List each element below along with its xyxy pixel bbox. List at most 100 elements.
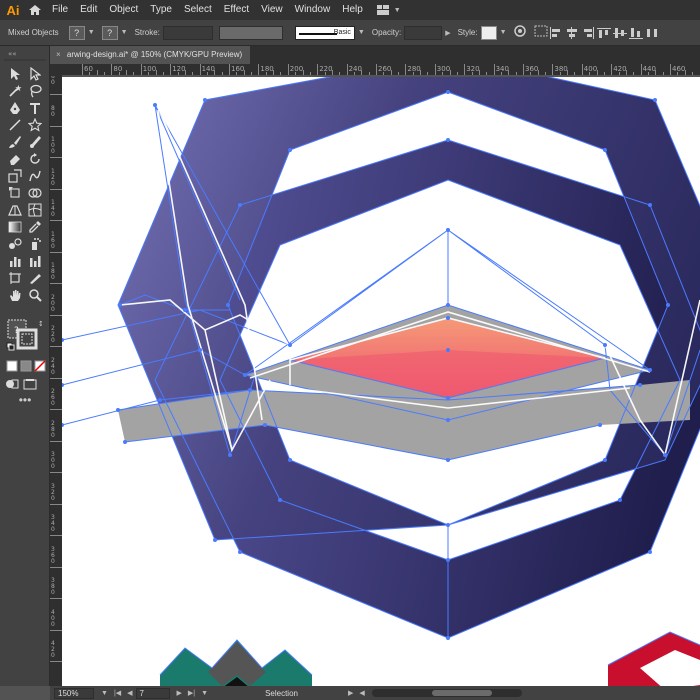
chevron-down-icon[interactable]: ▼ [358, 29, 365, 36]
ruler-tick [567, 70, 569, 75]
ruler-label: 300 [51, 451, 55, 470]
last-artboard-icon[interactable]: ▶| [188, 689, 195, 697]
tools-panel: «« ? ↕ ••• [0, 46, 50, 686]
artboard-canvas[interactable] [62, 77, 700, 686]
brush-icon[interactable] [7, 134, 23, 150]
fill-stroke-icon[interactable]: ? ↕ [6, 318, 44, 352]
none-mode-icon[interactable] [32, 358, 48, 374]
warp-icon[interactable] [27, 168, 43, 184]
bottom-teal-shape[interactable] [159, 639, 313, 686]
home-icon[interactable] [24, 1, 46, 19]
opacity-input[interactable] [404, 25, 443, 40]
align-to-icon[interactable] [534, 25, 548, 40]
magic-wand-icon[interactable] [7, 83, 23, 99]
align-top-icon[interactable] [596, 27, 611, 39]
screen-mode-icon[interactable] [22, 376, 38, 392]
align-center-icon[interactable] [565, 26, 579, 39]
direct-select-icon[interactable] [27, 66, 43, 82]
align-right-icon[interactable] [581, 26, 595, 39]
hand-icon[interactable] [7, 287, 23, 303]
menu-select[interactable]: Select [178, 0, 218, 20]
star-icon[interactable] [27, 117, 43, 133]
gradient-icon[interactable] [7, 219, 23, 235]
selection-icon[interactable] [7, 66, 23, 82]
menu-object[interactable]: Object [103, 0, 144, 20]
menu-effect[interactable]: Effect [218, 0, 255, 20]
ruler-label: 380 [51, 577, 55, 596]
menu-view[interactable]: View [255, 0, 289, 20]
slice-icon[interactable] [27, 270, 43, 286]
vertical-ruler[interactable]: 60 80 100 120 140 160 180 200 220 240 260 280 300 320… [50, 76, 62, 686]
ruler-label: 360 [525, 65, 539, 73]
first-artboard-icon[interactable]: |◀ [114, 689, 121, 697]
variable-width-profile[interactable] [218, 25, 283, 40]
menu-type[interactable]: Type [144, 0, 178, 20]
ruler-label: 120 [51, 167, 55, 187]
stroke-swatch[interactable]: ? [101, 25, 118, 40]
menu-window[interactable]: Window [289, 0, 337, 20]
graph-icon[interactable] [7, 253, 23, 269]
fill-swatch[interactable]: ? [68, 25, 85, 40]
ruler-tick [126, 70, 128, 75]
menu-file[interactable]: File [46, 0, 74, 20]
pen-icon[interactable] [7, 100, 23, 116]
column-graph-icon[interactable] [27, 253, 43, 269]
recolor-icon[interactable] [513, 25, 526, 40]
workspace-icon[interactable]: ▼ [376, 5, 404, 15]
chevron-right-icon[interactable]: ▶ [445, 29, 450, 37]
align-middle-icon[interactable] [612, 27, 627, 39]
next-artboard-icon[interactable]: ▶ [177, 689, 182, 697]
lasso-icon[interactable] [27, 83, 43, 99]
brush-definition[interactable]: Basic [294, 25, 355, 40]
ruler-origin[interactable] [50, 64, 62, 76]
ruler-tick [50, 377, 62, 379]
draw-mode-icon[interactable] [4, 376, 20, 392]
menu-edit[interactable]: Edit [74, 0, 103, 20]
shape-builder-icon[interactable] [27, 185, 43, 201]
eraser-icon[interactable] [7, 151, 23, 167]
bottom-red-shape[interactable] [607, 631, 700, 686]
more-tools-icon[interactable]: ••• [17, 392, 33, 408]
align-bottom-icon[interactable] [628, 27, 643, 39]
zoom-level[interactable]: 150% [54, 687, 94, 699]
type-icon[interactable] [27, 100, 43, 116]
scroll-left-icon[interactable]: ◀ [359, 689, 364, 697]
horizontal-ruler[interactable]: 60 80 100 120 140 160 180 200 220 240 260 280 300 320… [62, 64, 700, 76]
mesh-icon[interactable] [27, 202, 43, 218]
blob-brush-icon[interactable] [27, 134, 43, 150]
chevron-down-icon[interactable]: ▼ [500, 29, 507, 36]
octagon-ring-front[interactable] [118, 77, 700, 540]
ruler-tick [317, 64, 319, 75]
zoom-icon[interactable] [27, 287, 43, 303]
chevron-down-icon[interactable]: ▼ [201, 690, 208, 697]
graphic-style-swatch[interactable] [480, 25, 497, 40]
close-icon[interactable]: × [56, 50, 61, 59]
symbol-sprayer-icon[interactable] [27, 236, 43, 252]
menu-help[interactable]: Help [336, 0, 369, 20]
prev-artboard-icon[interactable]: ◀ [127, 689, 132, 697]
free-transform-icon[interactable] [7, 185, 23, 201]
document-tab[interactable]: × arwing-design.ai* @ 150% (CMYK/GPU Pre… [50, 46, 250, 64]
artboard-icon[interactable] [7, 270, 23, 286]
ruler-tick [456, 72, 458, 75]
horizontal-scrollbar[interactable] [371, 689, 522, 697]
chevron-down-icon[interactable]: ▼ [88, 29, 95, 36]
perspective-icon[interactable] [7, 202, 23, 218]
chevron-down-icon[interactable]: ▼ [121, 29, 128, 36]
ruler-tick [50, 409, 62, 410]
distribute-icon[interactable] [645, 27, 659, 39]
ruler-tick [243, 70, 245, 75]
align-left-icon[interactable] [549, 26, 563, 39]
stroke-weight-input[interactable] [162, 25, 213, 40]
blend-icon[interactable] [7, 236, 23, 252]
chevron-right-icon[interactable]: ▶ [348, 689, 353, 697]
scale-icon[interactable] [7, 168, 23, 184]
ruler-tick [265, 72, 267, 75]
eyedropper-icon[interactable] [27, 219, 43, 235]
rotate-icon[interactable] [27, 151, 43, 167]
ruler-tick [214, 70, 216, 75]
line-icon[interactable] [7, 117, 23, 133]
artboard-number[interactable]: 7 [135, 687, 170, 699]
chevron-down-icon[interactable]: ▼ [101, 690, 108, 697]
scrollbar-thumb[interactable] [431, 690, 492, 696]
